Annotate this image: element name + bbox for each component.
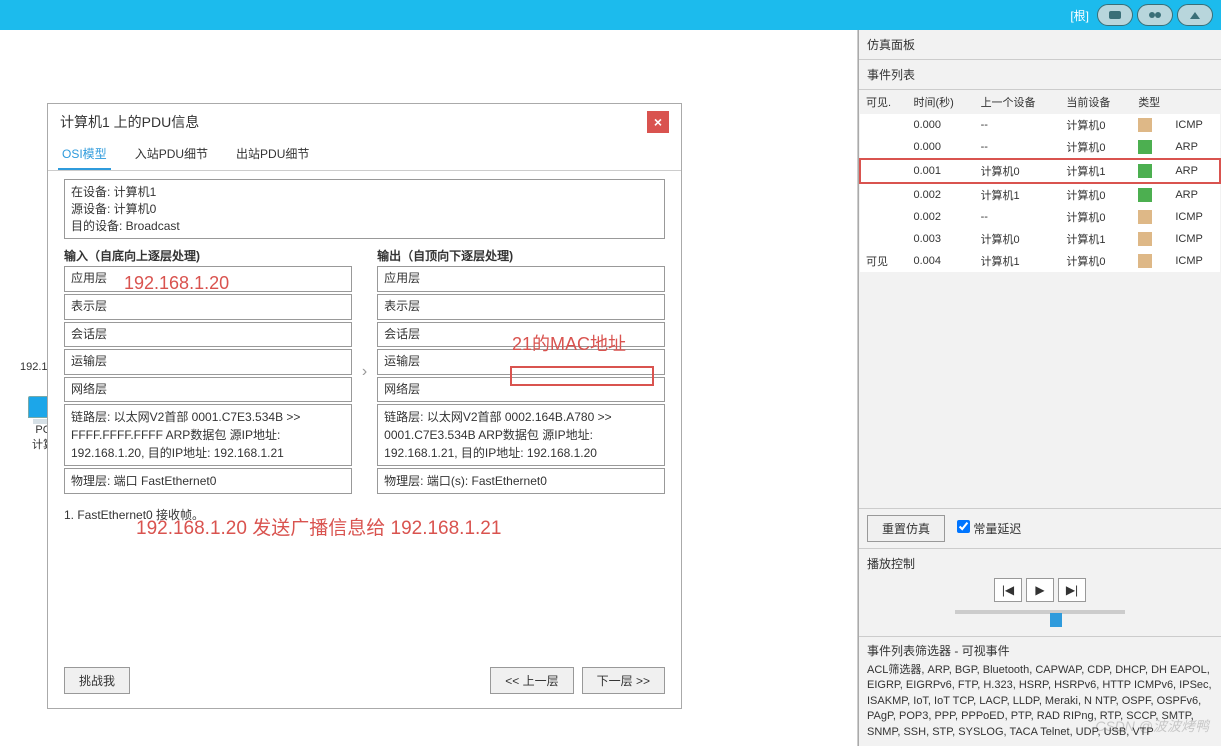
out-pres-layer[interactable]: 表示层 (377, 294, 665, 320)
close-button[interactable]: × (647, 111, 669, 133)
step-back-button[interactable]: |◀ (994, 578, 1022, 602)
event-row[interactable]: 0.003计算机0计算机1ICMP (860, 228, 1220, 250)
reset-simulation-button[interactable]: 重置仿真 (867, 515, 945, 542)
pdu-info-dialog: 计算机1 上的PDU信息 × OSI模型 入站PDU细节 出站PDU细节 在设备… (47, 103, 682, 709)
event-table: 可见. 时间(秒) 上一个设备 当前设备 类型 0.000--计算机0ICMP0… (859, 90, 1221, 272)
device-info-box: 在设备: 计算机1 源设备: 计算机0 目的设备: Broadcast (64, 179, 665, 239)
event-row[interactable]: 0.002计算机1计算机0ARP (860, 183, 1220, 206)
simulation-panel: 仿真面板 事件列表 可见. 时间(秒) 上一个设备 当前设备 类型 0.000-… (858, 30, 1221, 746)
event-list-title: 事件列表 (859, 60, 1221, 90)
dialog-tabs: OSI模型 入站PDU细节 出站PDU细节 (48, 139, 681, 171)
step-forward-button[interactable]: ▶| (1058, 578, 1086, 602)
event-row[interactable]: 0.000--计算机0ICMP (860, 114, 1220, 136)
event-row[interactable]: 0.000--计算机0ARP (860, 136, 1220, 159)
annotation-box-mac (510, 366, 654, 386)
in-link-layer[interactable]: 链路层: 以太网V2首部 0001.C7E3.534B >> FFFF.FFFF… (64, 404, 352, 466)
dialog-titlebar[interactable]: 计算机1 上的PDU信息 × (48, 104, 681, 139)
toolbar-pill-2[interactable] (1137, 4, 1173, 26)
sim-panel-title: 仿真面板 (859, 30, 1221, 60)
in-phys-layer[interactable]: 物理层: 端口 FastEthernet0 (64, 468, 352, 494)
annotation-broadcast: 192.168.1.20 发送广播信息给 192.168.1.21 (136, 513, 501, 540)
out-phys-layer[interactable]: 物理层: 端口(s): FastEthernet0 (377, 468, 665, 494)
dialog-title-text: 计算机1 上的PDU信息 (60, 112, 199, 132)
in-net-layer[interactable]: 网络层 (64, 377, 352, 403)
event-row[interactable]: 0.002--计算机0ICMP (860, 206, 1220, 228)
annotation-mac21: 21的MAC地址 (512, 330, 626, 356)
play-control-section: 播放控制 |◀ ▶ ▶| (859, 548, 1221, 636)
in-pres-layer[interactable]: 表示层 (64, 294, 352, 320)
arrow-icon: › (362, 247, 367, 496)
tab-outbound[interactable]: 出站PDU细节 (232, 139, 313, 170)
tab-inbound[interactable]: 入站PDU细节 (131, 139, 212, 170)
out-link-layer[interactable]: 链路层: 以太网V2首部 0002.164B.A780 >> 0001.C7E3… (377, 404, 665, 466)
in-trans-layer[interactable]: 运输层 (64, 349, 352, 375)
workspace-canvas[interactable]: 192.1 PC 计算 计算机1 上的PDU信息 × OSI模型 入站PDU细节… (0, 30, 858, 746)
toolbar-pill-3[interactable] (1177, 4, 1213, 26)
prev-layer-button[interactable]: << 上一层 (490, 667, 573, 694)
toolbar-pill-1[interactable] (1097, 4, 1133, 26)
annotation-ip20: 192.168.1.20 (124, 273, 229, 294)
event-row[interactable]: 可见0.004计算机1计算机0ICMP (860, 250, 1220, 272)
play-button[interactable]: ▶ (1026, 578, 1054, 602)
root-label: [根] (1070, 7, 1089, 24)
next-layer-button[interactable]: 下一层 >> (582, 667, 665, 694)
reset-row: 重置仿真 常量延迟 (859, 508, 1221, 548)
out-app-layer[interactable]: 应用层 (377, 266, 665, 292)
speed-slider[interactable] (955, 610, 1125, 630)
event-row[interactable]: 0.001计算机0计算机1ARP (860, 159, 1220, 183)
challenge-button[interactable]: 挑战我 (64, 667, 130, 694)
watermark: CSDN @波波烤鸭 (1095, 716, 1209, 736)
tab-osi-model[interactable]: OSI模型 (58, 139, 111, 170)
top-toolbar: [根] (0, 0, 1221, 30)
constant-delay-checkbox[interactable]: 常量延迟 (957, 520, 1021, 537)
in-sess-layer[interactable]: 会话层 (64, 322, 352, 348)
